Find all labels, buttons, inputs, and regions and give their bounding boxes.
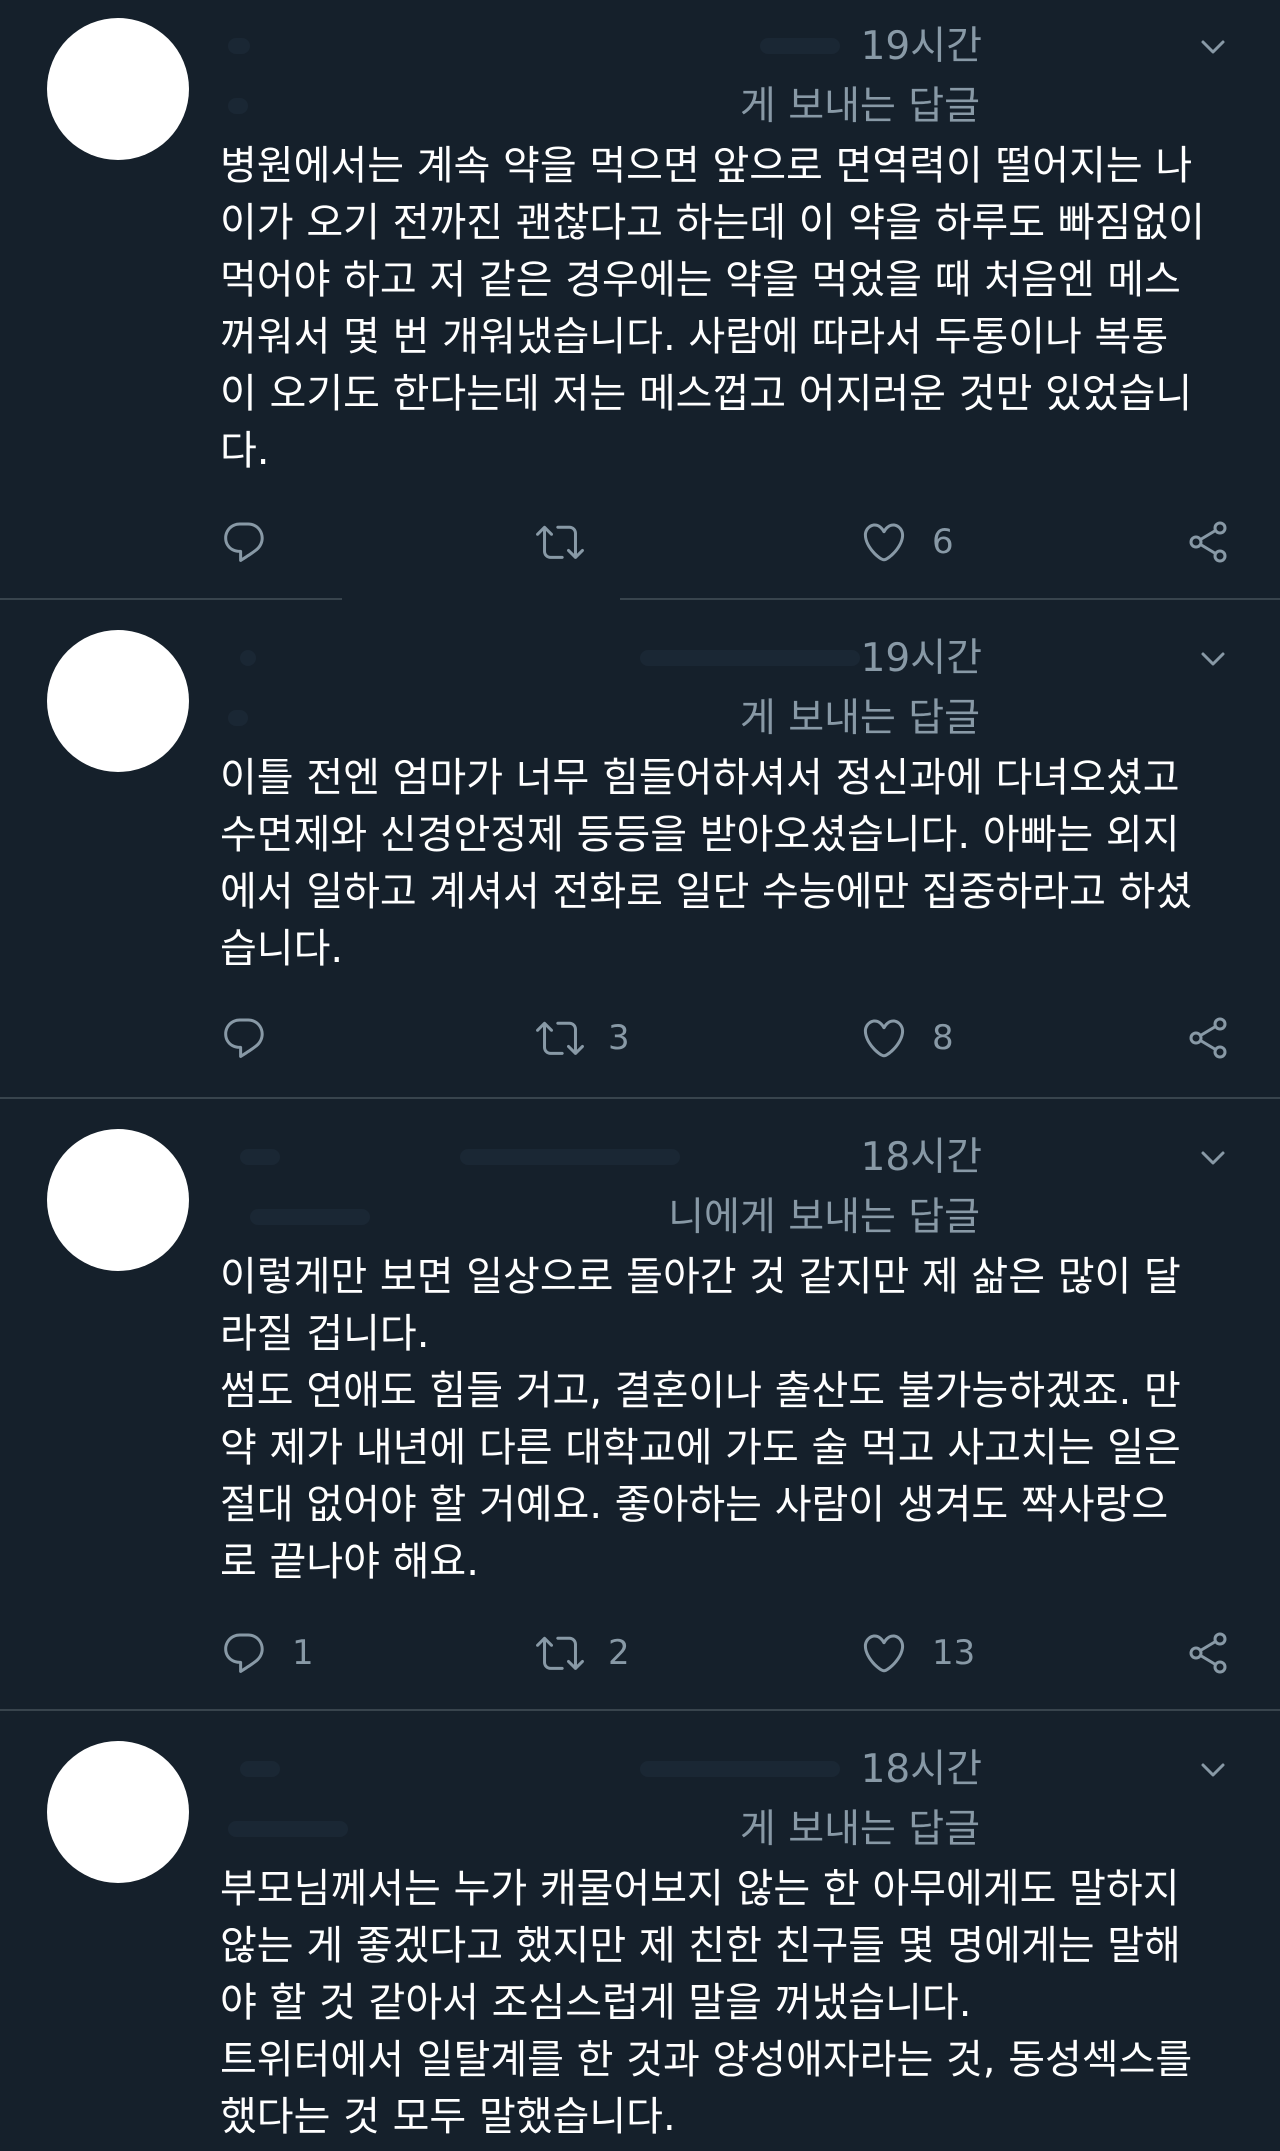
retweet-icon bbox=[536, 1021, 584, 1055]
tweet-text: 이틀 전엔 엄마가 너무 힘들어하셔서 정신과에 다녀오셨고 수면제와 신경안정… bbox=[220, 755, 1193, 972]
tweet-header: 19시간 bbox=[220, 20, 1230, 74]
action-bar: 3 8 bbox=[220, 1010, 1240, 1066]
reply-target-redacted bbox=[228, 98, 248, 114]
reply-context: 니에게 보내는 답글 bbox=[220, 1191, 980, 1245]
tweet-time[interactable]: 19시간 bbox=[861, 20, 982, 74]
handle-redacted bbox=[760, 38, 840, 54]
username-redacted bbox=[228, 38, 250, 54]
reply-context: 게 보내는 답글 bbox=[220, 692, 980, 746]
divider bbox=[0, 598, 1280, 600]
share-icon bbox=[1189, 1017, 1227, 1059]
tweet[interactable]: 18시간 니에게 보내는 답글 이렇게만 보면 일상으로 돌아간 것 같지만 제… bbox=[0, 1111, 1280, 1709]
username-redacted bbox=[240, 650, 256, 666]
action-bar: 6 bbox=[220, 514, 1240, 570]
retweet-icon bbox=[536, 1636, 584, 1670]
timeline: 19시간 게 보내는 답글 병원에서는 계속 약을 먹으면 앞으로 면역력이 떨… bbox=[0, 0, 1280, 2151]
action-bar: 1 2 13 bbox=[220, 1625, 1240, 1681]
tweet-text: 부모님께서는 누가 캐물어보지 않는 한 아무에게도 말하지 않는 게 좋겠다고… bbox=[220, 1866, 1193, 2140]
username-redacted bbox=[240, 1149, 280, 1165]
chevron-down-icon[interactable] bbox=[1196, 642, 1230, 676]
handle-redacted bbox=[460, 1149, 680, 1165]
tweet-time[interactable]: 19시간 bbox=[861, 632, 982, 686]
like-count: 8 bbox=[932, 1018, 954, 1058]
tweet-time[interactable]: 18시간 bbox=[861, 1131, 982, 1185]
reply-to-label[interactable]: 니에게 보내는 답글 bbox=[668, 1191, 980, 1245]
chevron-down-icon[interactable] bbox=[1196, 30, 1230, 64]
handle-redacted bbox=[640, 650, 860, 666]
tweet-time[interactable]: 18시간 bbox=[861, 1743, 982, 1797]
reply-icon bbox=[224, 1018, 264, 1058]
share-icon bbox=[1189, 521, 1227, 563]
share-icon bbox=[1189, 1632, 1227, 1674]
reply-target-redacted bbox=[228, 710, 248, 726]
reply-to-label[interactable]: 게 보내는 답글 bbox=[740, 1803, 980, 1857]
heart-icon bbox=[863, 1634, 905, 1673]
heart-icon bbox=[863, 523, 905, 562]
tweet[interactable]: 18시간 게 보내는 답글 부모님께서는 누가 캐물어보지 않는 한 아무에게도… bbox=[0, 1723, 1280, 2151]
avatar[interactable] bbox=[47, 18, 189, 160]
reply-target-redacted bbox=[228, 1821, 348, 1837]
reply-context: 게 보내는 답글 bbox=[220, 80, 980, 134]
avatar[interactable] bbox=[47, 1129, 189, 1271]
tweet-text: 병원에서는 계속 약을 먹으면 앞으로 면역력이 떨어지는 나 이가 오기 전까… bbox=[220, 143, 1205, 474]
tweet-text: 이렇게만 보면 일상으로 돌아간 것 같지만 제 삶은 많이 달 라질 겁니다.… bbox=[220, 1254, 1181, 1585]
username-redacted bbox=[240, 1761, 280, 1777]
retweet-count: 3 bbox=[608, 1018, 630, 1058]
avatar[interactable] bbox=[47, 630, 189, 772]
avatar[interactable] bbox=[47, 1741, 189, 1883]
chevron-down-icon[interactable] bbox=[1196, 1753, 1230, 1787]
divider-gap bbox=[342, 597, 620, 601]
reply-context: 게 보내는 답글 bbox=[220, 1803, 980, 1857]
retweet-icon bbox=[536, 525, 584, 559]
tweet-header: 18시간 bbox=[220, 1131, 1230, 1185]
reply-target-redacted bbox=[250, 1209, 370, 1225]
chevron-down-icon[interactable] bbox=[1196, 1141, 1230, 1175]
retweet-count: 2 bbox=[608, 1633, 630, 1673]
divider bbox=[0, 1709, 1280, 1711]
reply-to-label[interactable]: 게 보내는 답글 bbox=[740, 692, 980, 746]
reply-to-label[interactable]: 게 보내는 답글 bbox=[740, 80, 980, 134]
tweet[interactable]: 19시간 게 보내는 답글 이틀 전엔 엄마가 너무 힘들어하셔서 정신과에 다… bbox=[0, 612, 1280, 1097]
divider bbox=[0, 1097, 1280, 1099]
heart-icon bbox=[863, 1019, 905, 1058]
tweet-header: 19시간 bbox=[220, 632, 1230, 686]
tweet[interactable]: 19시간 게 보내는 답글 병원에서는 계속 약을 먹으면 앞으로 면역력이 떨… bbox=[0, 0, 1280, 598]
reply-icon bbox=[224, 522, 264, 562]
like-count: 6 bbox=[932, 522, 954, 562]
reply-count: 1 bbox=[292, 1633, 314, 1673]
like-count: 13 bbox=[932, 1633, 976, 1673]
handle-redacted bbox=[640, 1761, 840, 1777]
tweet-header: 18시간 bbox=[220, 1743, 1230, 1797]
reply-icon bbox=[224, 1633, 264, 1673]
